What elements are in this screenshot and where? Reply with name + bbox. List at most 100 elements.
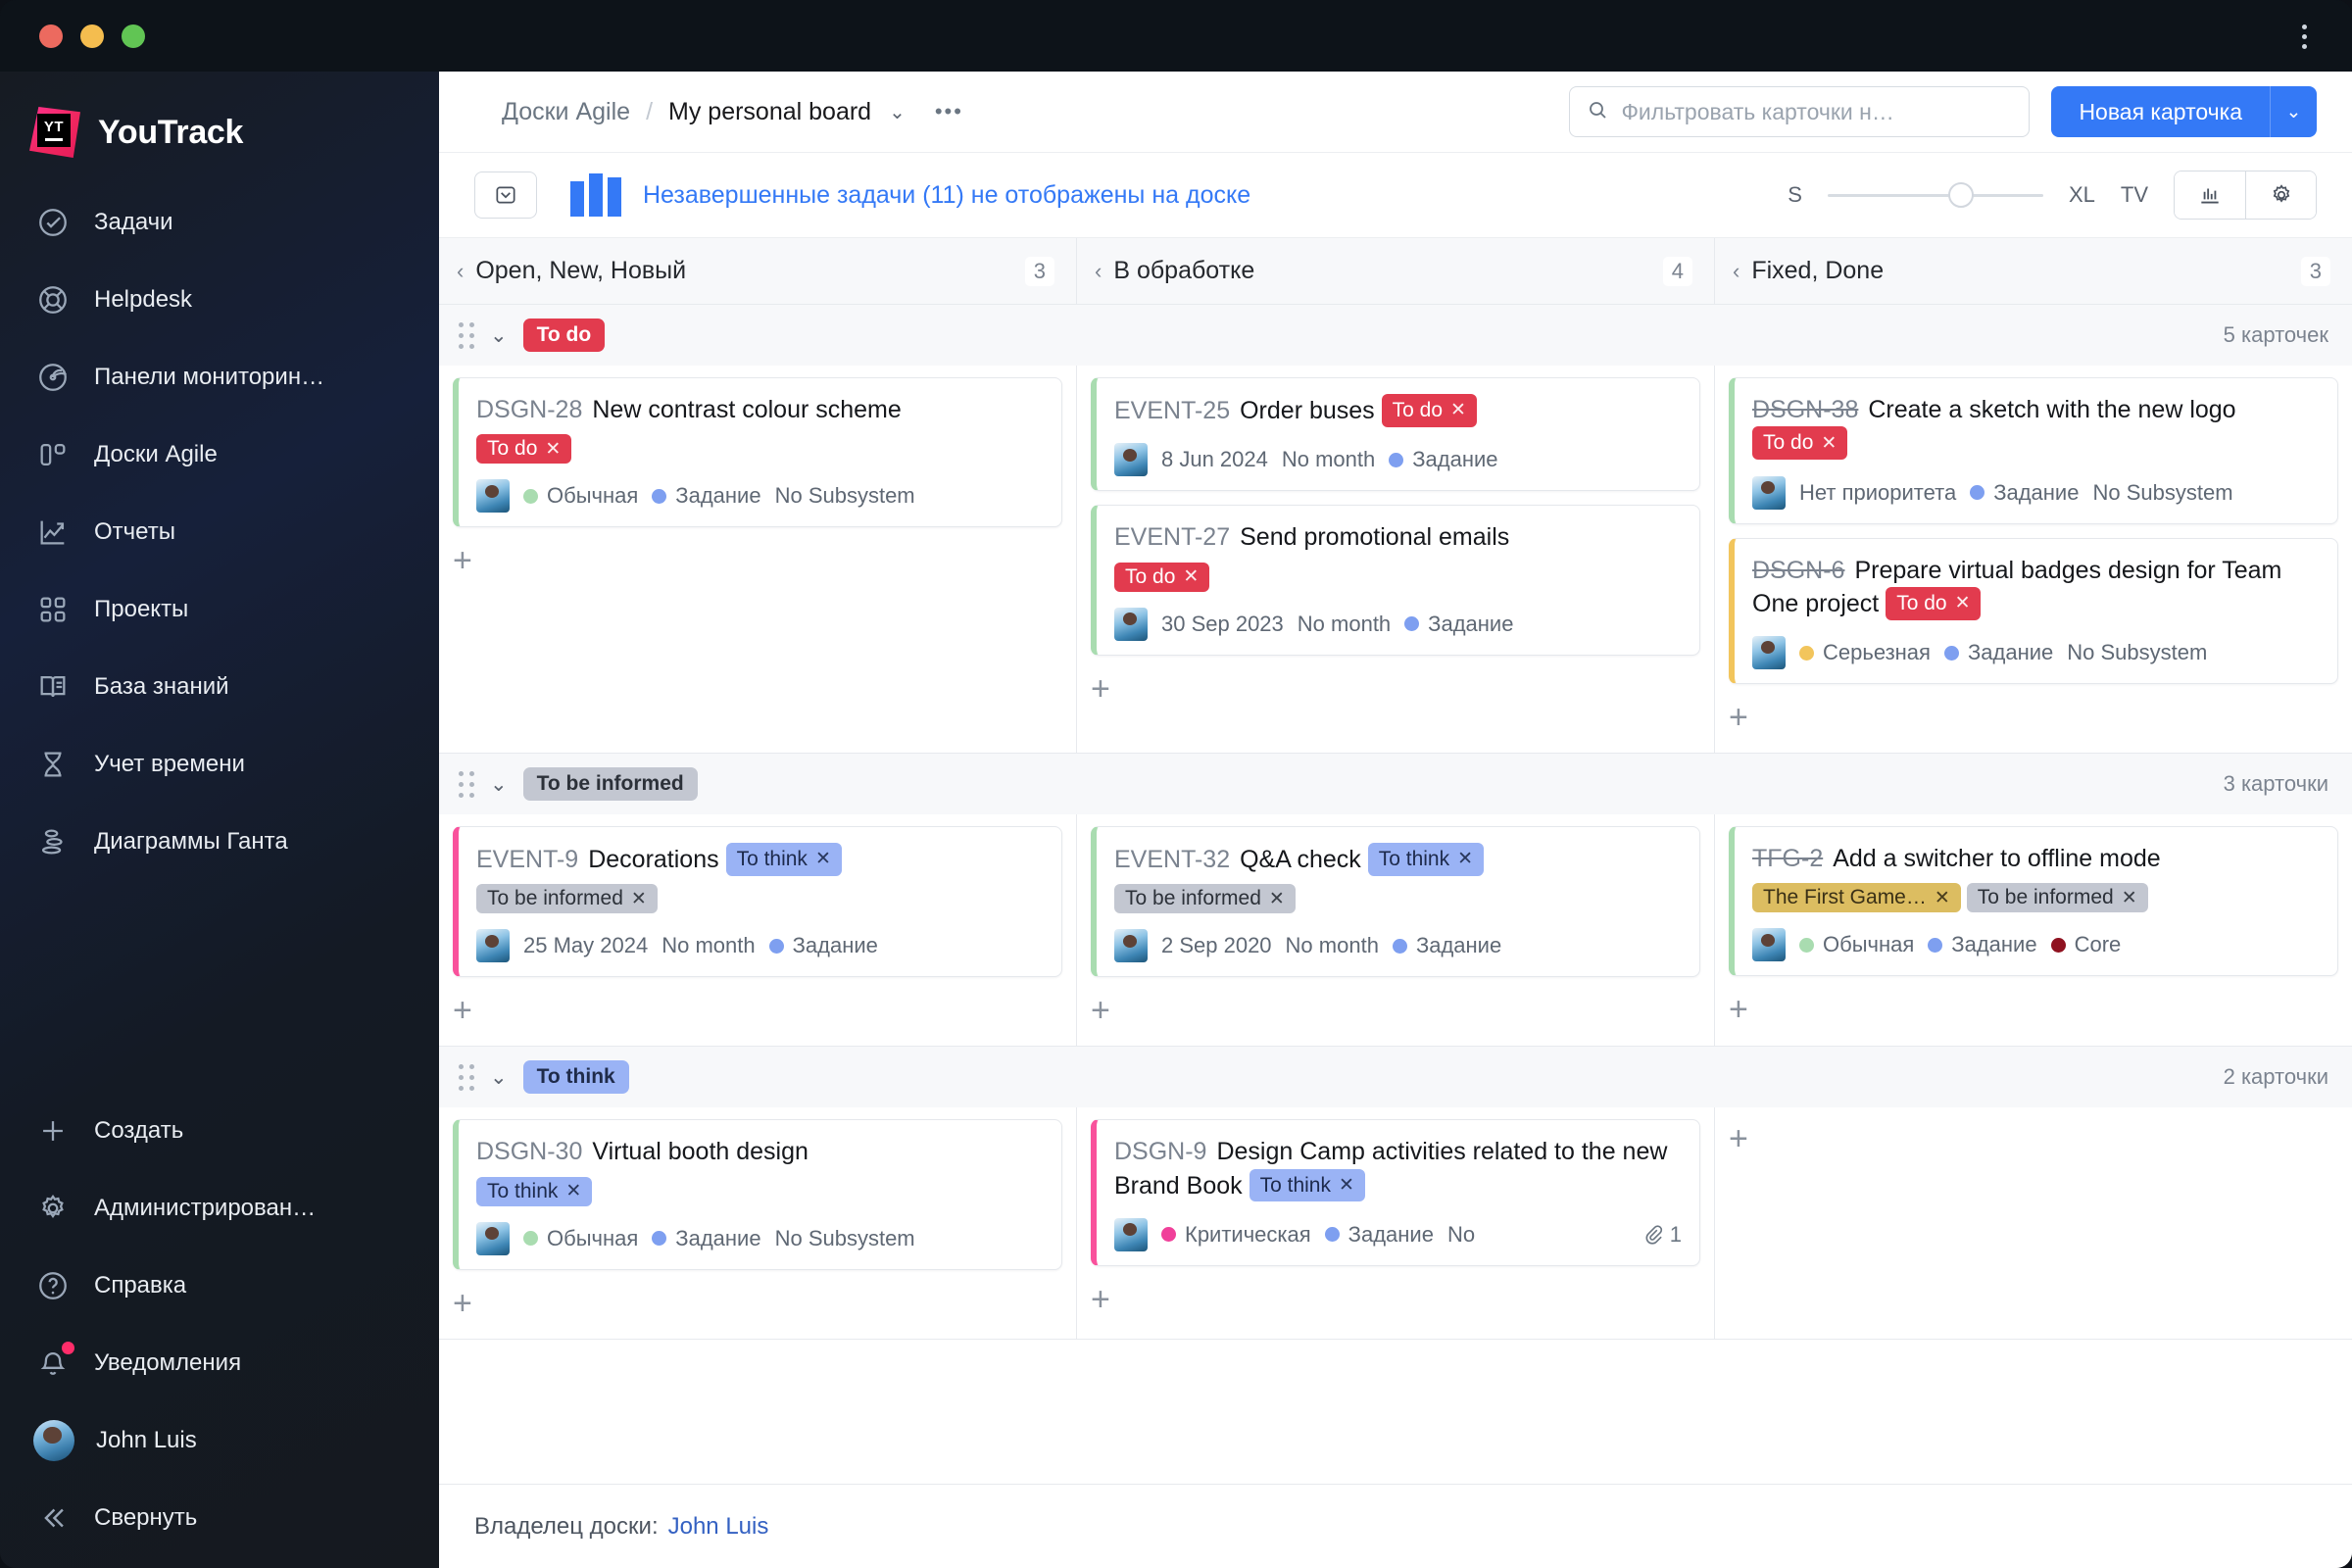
card-issue-id[interactable]: EVENT-9	[476, 846, 578, 873]
sidebar-item-gantt-charts[interactable]: Диаграммы Ганта	[0, 803, 439, 880]
swimlane-label[interactable]: To think	[522, 1060, 629, 1095]
bar-chart-icon[interactable]	[2175, 172, 2245, 219]
add-card-button[interactable]: +	[453, 543, 492, 582]
remove-tag-icon[interactable]: ✕	[1955, 591, 1971, 615]
issue-card[interactable]: EVENT-25 Order buses To do ✕ 8 Jun 2024 No m…	[1091, 377, 1700, 492]
issue-card[interactable]: EVENT-32 Q&A check To think ✕ To be informe…	[1091, 826, 1700, 978]
collapse-column-icon[interactable]: ‹	[457, 259, 464, 284]
remove-tag-icon[interactable]: ✕	[565, 1180, 581, 1202]
drag-handle-icon[interactable]	[459, 322, 480, 349]
card-tag[interactable]: To do ✕	[1381, 394, 1477, 427]
collapse-column-icon[interactable]: ‹	[1095, 259, 1102, 284]
card-issue-id[interactable]: DSGN-38	[1752, 396, 1858, 423]
chevron-down-icon[interactable]: ⌄	[490, 1065, 508, 1090]
close-icon[interactable]	[39, 24, 63, 48]
new-card-button[interactable]: Новая карточка	[2051, 86, 2270, 137]
gear-icon[interactable]	[2245, 172, 2316, 219]
remove-tag-icon[interactable]: ✕	[1339, 1173, 1354, 1198]
issue-card[interactable]: EVENT-27 Send promotional emails To do ✕ 30…	[1091, 505, 1700, 656]
sidebar-item-issues[interactable]: Задачи	[0, 183, 439, 261]
remove-tag-icon[interactable]: ✕	[1183, 565, 1199, 588]
chevron-down-icon[interactable]: ⌄	[490, 772, 508, 797]
search-input[interactable]	[1621, 98, 2014, 125]
chevron-down-icon[interactable]: ⌄	[889, 100, 906, 124]
card-tag[interactable]: To think ✕	[476, 1176, 593, 1206]
remove-tag-icon[interactable]: ✕	[1450, 398, 1466, 422]
remove-tag-icon[interactable]: ✕	[631, 888, 647, 910]
card-issue-id[interactable]: DSGN-9	[1114, 1138, 1206, 1165]
remove-tag-icon[interactable]: ✕	[2122, 887, 2137, 909]
breadcrumb-root-link[interactable]: Доски Agile	[502, 98, 630, 126]
search-box[interactable]	[1569, 86, 2031, 137]
remove-tag-icon[interactable]: ✕	[1935, 887, 1950, 909]
card-tag[interactable]: To do ✕	[476, 434, 572, 465]
card-issue-id[interactable]: TFG-2	[1752, 845, 1823, 872]
card-issue-id[interactable]: DSGN-6	[1752, 557, 1844, 584]
add-card-button[interactable]: +	[453, 993, 492, 1032]
new-card-dropdown-button[interactable]: ⌄	[2270, 86, 2317, 137]
card-tag[interactable]: To do ✕	[1114, 562, 1210, 592]
issue-card[interactable]: DSGN-28 New contrast colour scheme To do ✕…	[453, 377, 1062, 528]
slider-knob[interactable]	[1948, 182, 1975, 208]
minimize-icon[interactable]	[80, 24, 104, 48]
sidebar-item-dashboards[interactable]: Панели мониторин…	[0, 338, 439, 416]
drag-handle-icon[interactable]	[459, 1064, 480, 1092]
sidebar-item-user-profile[interactable]: John Luis	[0, 1401, 439, 1479]
card-tag[interactable]: To do ✕	[1886, 586, 1982, 620]
issue-card[interactable]: DSGN-9 Design Camp activities related to …	[1091, 1119, 1700, 1266]
card-tag[interactable]: To think ✕	[725, 843, 842, 876]
card-tag[interactable]: To be informed ✕	[476, 884, 658, 914]
issue-card[interactable]: DSGN-38 Create a sketch with the new logo…	[1729, 377, 2338, 524]
card-tag[interactable]: To be informed ✕	[1114, 884, 1296, 914]
remove-tag-icon[interactable]: ✕	[545, 438, 561, 461]
add-card-button[interactable]: +	[1729, 1121, 1768, 1160]
card-tag[interactable]: To think ✕	[1249, 1168, 1365, 1202]
sidebar-item-projects[interactable]: Проекты	[0, 570, 439, 648]
issue-card[interactable]: EVENT-9 Decorations To think ✕ To be inform…	[453, 826, 1062, 978]
card-tag[interactable]: To think ✕	[1367, 843, 1485, 876]
card-issue-id[interactable]: DSGN-28	[476, 396, 582, 423]
card-tag[interactable]: To be informed ✕	[1966, 883, 2148, 913]
maximize-icon[interactable]	[122, 24, 145, 48]
card-tag[interactable]: The First Game… ✕	[1752, 883, 1961, 913]
card-issue-id[interactable]: EVENT-32	[1114, 846, 1230, 873]
board-owner-link[interactable]: John Luis	[668, 1513, 769, 1541]
sidebar-item-collapse[interactable]: Свернуть	[0, 1479, 439, 1556]
card-issue-id[interactable]: DSGN-30	[476, 1138, 582, 1165]
sidebar-item-help[interactable]: Справка	[0, 1247, 439, 1324]
sidebar-item-create[interactable]: Создать	[0, 1092, 439, 1169]
issue-card[interactable]: DSGN-6 Prepare virtual badges design for …	[1729, 537, 2338, 684]
swimlane-label[interactable]: To be informed	[522, 767, 698, 801]
chevron-down-icon[interactable]: ⌄	[490, 323, 508, 348]
issue-card[interactable]: DSGN-30 Virtual booth design To think ✕ Обы…	[453, 1119, 1062, 1270]
collapse-column-icon[interactable]: ‹	[1733, 259, 1740, 284]
remove-tag-icon[interactable]: ✕	[815, 847, 831, 871]
add-card-button[interactable]: +	[1729, 992, 1768, 1031]
remove-tag-icon[interactable]: ✕	[1821, 431, 1837, 456]
sidebar-item-agile-boards[interactable]: Доски Agile	[0, 416, 439, 493]
card-issue-id[interactable]: EVENT-25	[1114, 397, 1230, 424]
sidebar-item-reports[interactable]: Отчеты	[0, 493, 439, 570]
column-chart-icon[interactable]	[570, 173, 621, 217]
sidebar-item-time-tracking[interactable]: Учет времени	[0, 725, 439, 803]
add-card-button[interactable]: +	[453, 1286, 492, 1325]
card-size-slider[interactable]	[1827, 182, 2043, 208]
tv-mode-button[interactable]: TV	[2121, 182, 2148, 208]
sidebar-item-notifications[interactable]: Уведомления	[0, 1324, 439, 1401]
add-card-button[interactable]: +	[1091, 671, 1130, 710]
add-card-button[interactable]: +	[1729, 700, 1768, 739]
kebab-menu-icon[interactable]	[2291, 22, 2317, 51]
more-options-icon[interactable]: •••	[935, 99, 963, 124]
sidebar-item-helpdesk[interactable]: Helpdesk	[0, 261, 439, 338]
archive-icon[interactable]	[474, 172, 537, 219]
add-card-button[interactable]: +	[1091, 993, 1130, 1032]
remove-tag-icon[interactable]: ✕	[1269, 888, 1285, 910]
swimlane-label[interactable]: To do	[522, 318, 606, 352]
sidebar-item-knowledge-base[interactable]: База знаний	[0, 648, 439, 725]
unfinished-issues-notice[interactable]: Незавершенные задачи (11) не отображены …	[643, 181, 1250, 210]
drag-handle-icon[interactable]	[459, 771, 480, 798]
card-tag[interactable]: To do ✕	[1752, 426, 1848, 461]
sidebar-item-administration[interactable]: Администрирован…	[0, 1169, 439, 1247]
add-card-button[interactable]: +	[1091, 1282, 1130, 1321]
remove-tag-icon[interactable]: ✕	[1457, 847, 1473, 871]
